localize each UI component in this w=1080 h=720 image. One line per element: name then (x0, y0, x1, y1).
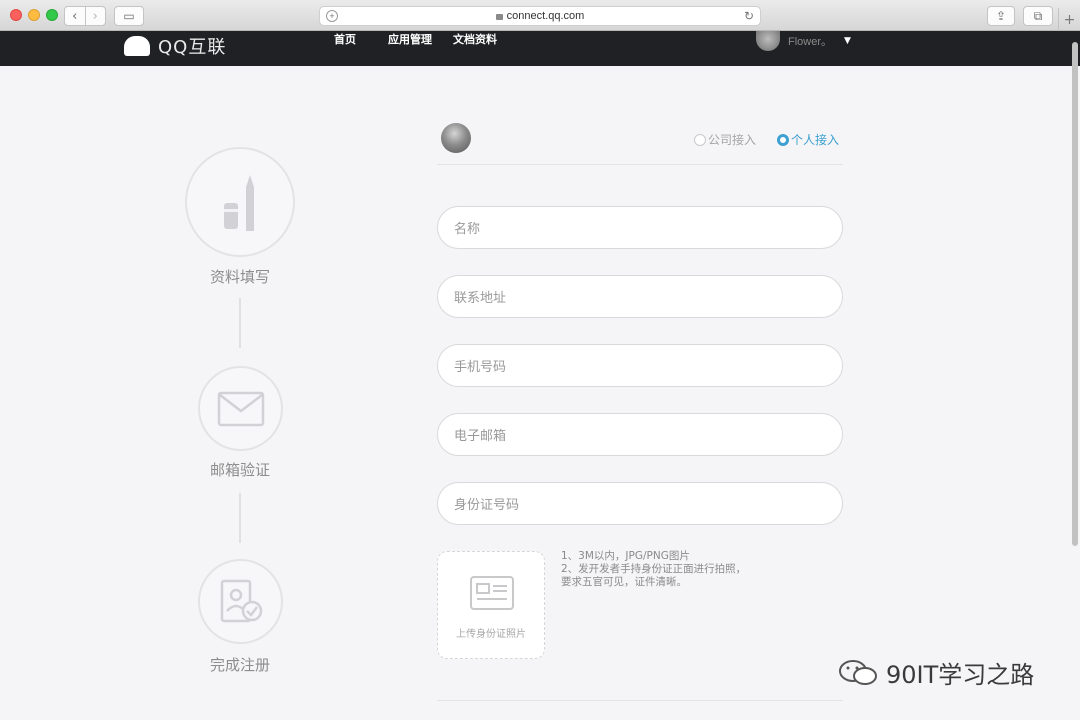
id-card-icon (470, 576, 514, 610)
nav-home[interactable]: 首页 (334, 31, 356, 47)
note-line: 要求五官可见，证件清晰。 (561, 576, 687, 588)
name-input[interactable]: 名称 (437, 206, 843, 249)
reader-icon[interactable]: + (326, 10, 338, 22)
step-connector (239, 493, 241, 543)
new-tab-icon[interactable]: + (1058, 8, 1080, 31)
site-header: QQ互联 首页 应用管理 文档资料 Flower。 ▼ (0, 31, 1080, 66)
page-scrollbar[interactable] (1072, 42, 1078, 546)
upload-label: 上传身份证照片 (456, 629, 526, 640)
envelope-icon (217, 391, 264, 426)
address-bar[interactable]: + connect.qq.com ↻ (319, 6, 761, 26)
radio-company-label: 公司接入 (708, 133, 757, 147)
divider (437, 164, 843, 165)
history-nav: ‹ › (64, 6, 106, 26)
radio-individual[interactable]: 个人接入 (777, 131, 839, 148)
avatar (441, 123, 471, 153)
tabs-overview-icon[interactable]: ⧉ (1023, 6, 1053, 26)
qq-connect-logo[interactable]: QQ互联 (124, 33, 226, 59)
step-2-label: 邮箱验证 (209, 461, 270, 479)
step-1-label: 资料填写 (209, 268, 270, 286)
radio-individual-label: 个人接入 (791, 133, 840, 147)
email-input[interactable]: 电子邮箱 (437, 413, 843, 456)
browser-toolbar: ‹ › ▭ + connect.qq.com ↻ ⇪ ⧉ + (0, 0, 1080, 31)
user-menu[interactable]: Flower。 ▼ (756, 31, 851, 51)
step-3-circle (198, 559, 283, 644)
url-text: connect.qq.com (506, 10, 585, 22)
step-3-label: 完成注册 (209, 656, 270, 674)
note-line: 1、3M以内，JPG/PNG图片 (561, 550, 690, 562)
note-line: 2、发开发者手持身份证正面进行拍照， (561, 563, 747, 575)
id-check-icon (220, 579, 262, 622)
address-input[interactable]: 联系地址 (437, 275, 843, 318)
wechat-icon (839, 659, 877, 685)
share-icon[interactable]: ⇪ (987, 6, 1015, 26)
radio-selected-icon[interactable] (777, 133, 789, 146)
divider (437, 700, 843, 701)
username: Flower。 (788, 36, 833, 48)
id-number-input[interactable]: 身份证号码 (437, 482, 843, 525)
forward-icon[interactable]: › (84, 7, 106, 25)
watermark: 90IT学习之路 (838, 655, 1034, 690)
id-photo-upload[interactable]: 上传身份证照片 (437, 551, 545, 659)
step-1-circle (185, 147, 295, 257)
watermark-text: 90IT学习之路 (886, 661, 1035, 689)
caret-down-icon: ▼ (844, 36, 851, 46)
zoom-window-button[interactable] (46, 9, 58, 21)
penguin-icon (124, 36, 150, 56)
pen-icon (224, 175, 254, 231)
nav-app-management[interactable]: 应用管理 (388, 31, 432, 47)
radio-company[interactable]: 公司接入 (694, 131, 756, 148)
avatar (756, 31, 780, 51)
logo-text: QQ互联 (158, 37, 227, 58)
sidebar-toggle-icon[interactable]: ▭ (114, 6, 144, 26)
lock-icon (495, 14, 503, 20)
nav-docs[interactable]: 文档资料 (453, 31, 497, 47)
close-window-button[interactable] (10, 9, 22, 21)
reload-icon[interactable]: ↻ (744, 9, 754, 23)
back-icon[interactable]: ‹ (65, 7, 85, 25)
minimize-window-button[interactable] (28, 9, 40, 21)
phone-input[interactable]: 手机号码 (437, 344, 843, 387)
radio-icon[interactable] (694, 133, 706, 146)
step-connector (239, 298, 241, 348)
step-2-circle (198, 366, 283, 451)
upload-notes: 1、3M以内，JPG/PNG图片 2、发开发者手持身份证正面进行拍照， 要求五官… (561, 550, 746, 589)
